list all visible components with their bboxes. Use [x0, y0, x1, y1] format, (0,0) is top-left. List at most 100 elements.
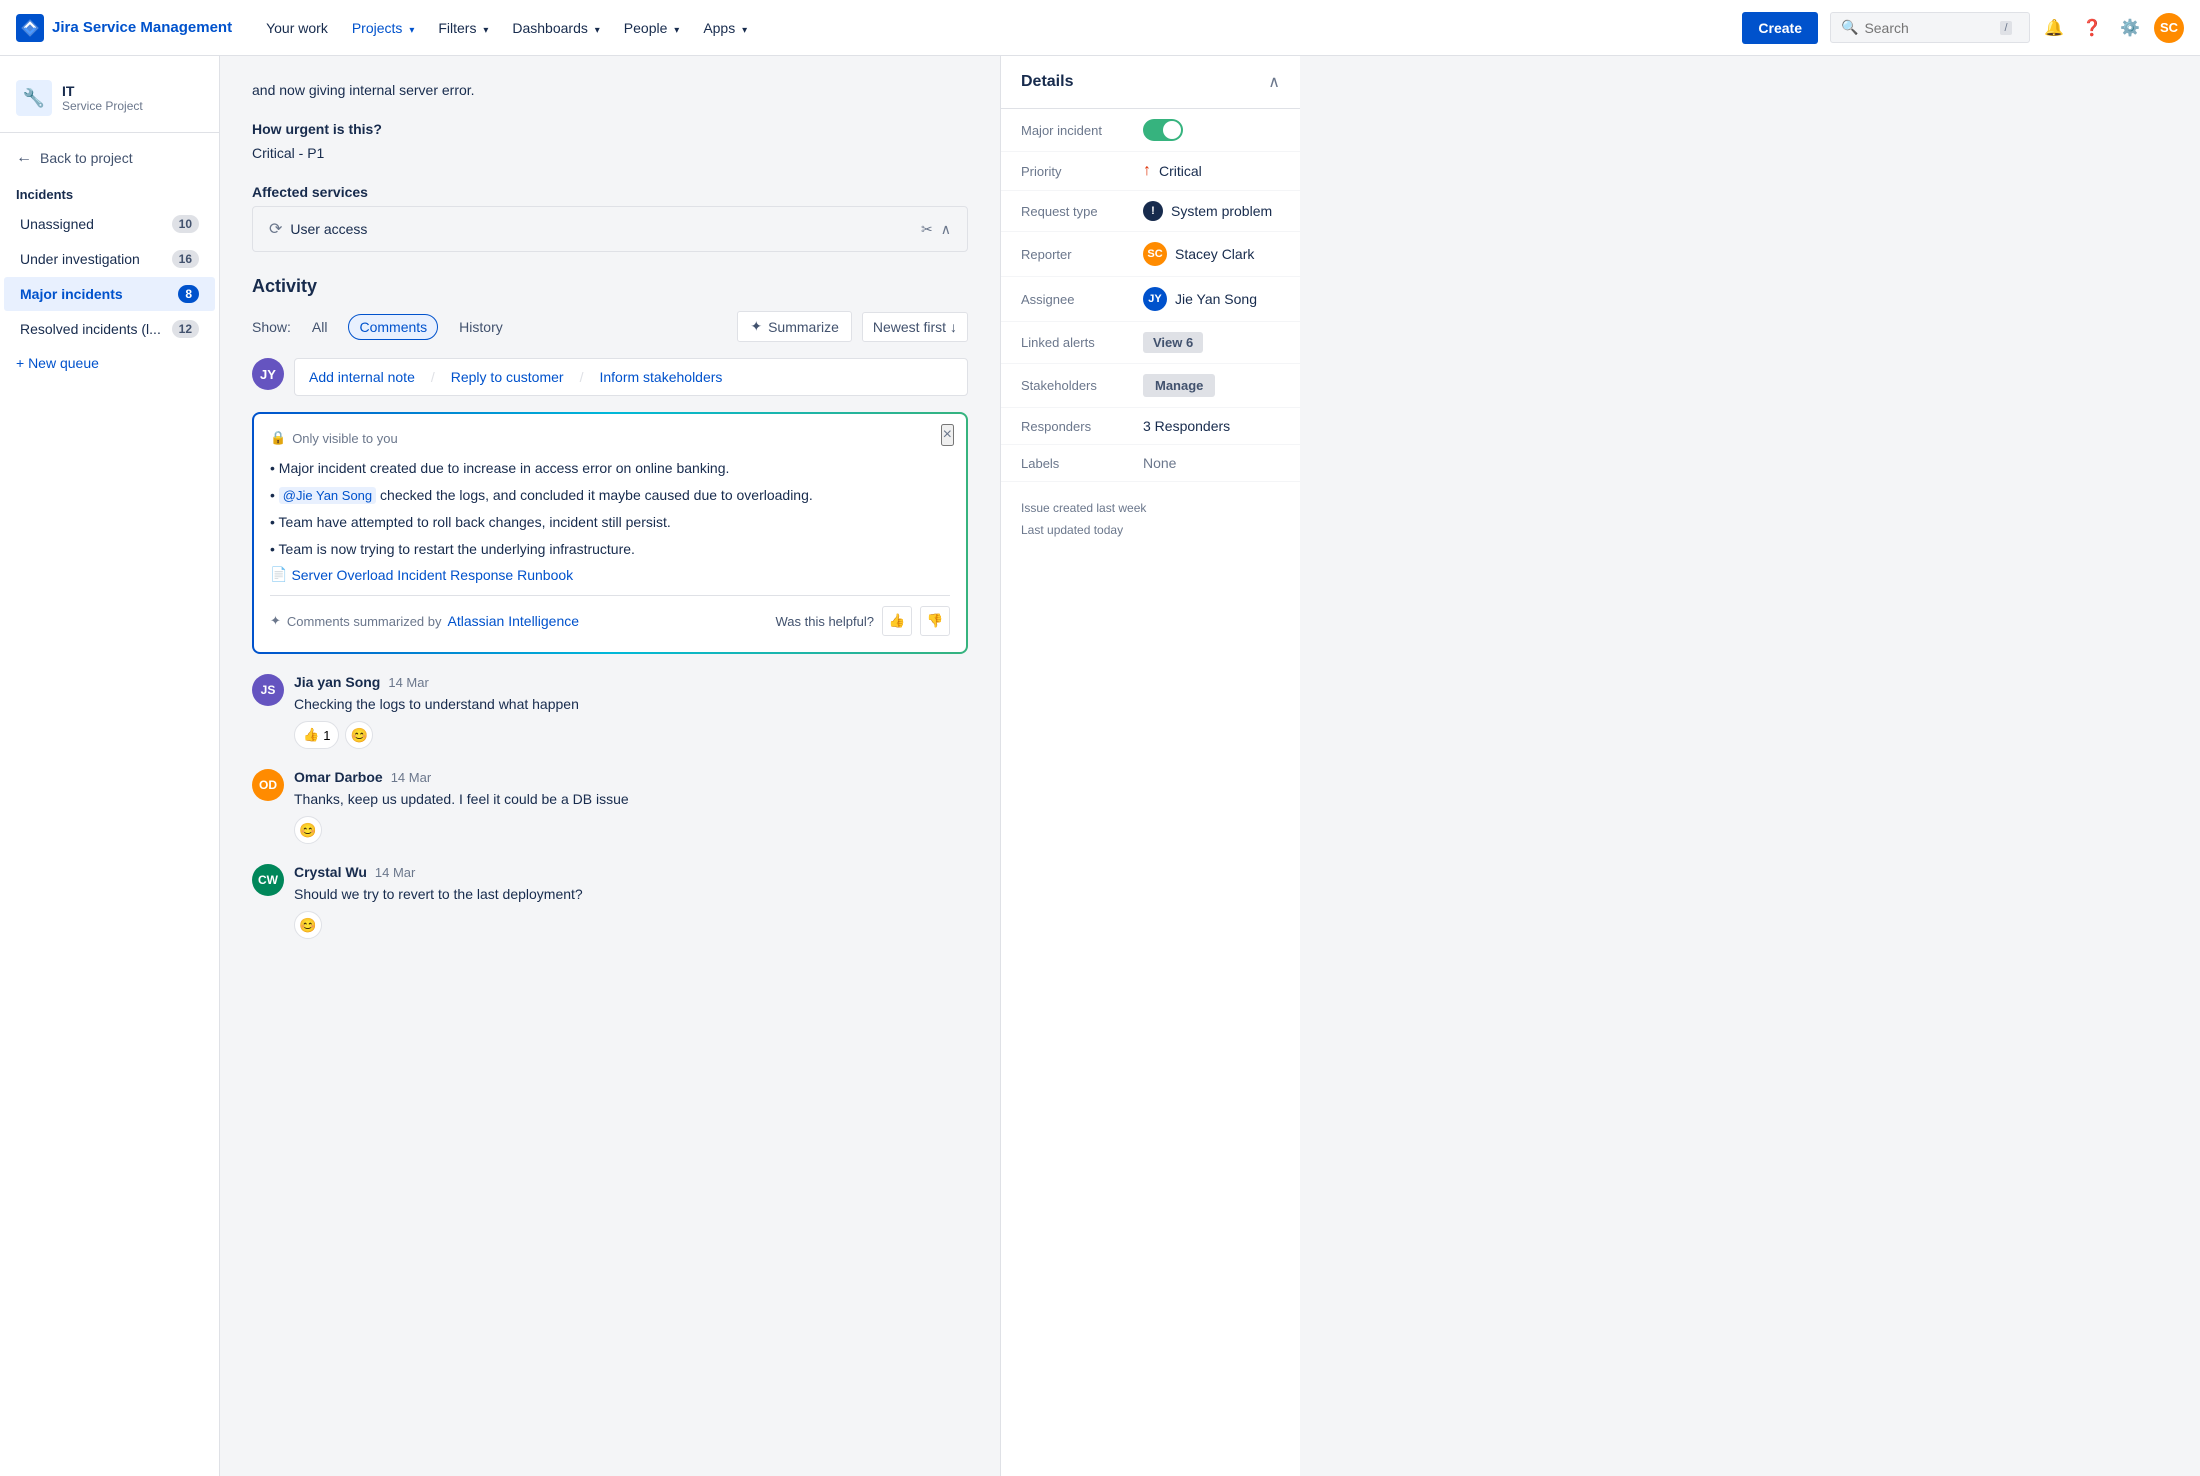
- search-shortcut: /: [2000, 21, 2011, 35]
- sidebar-item-major-incidents[interactable]: Major incidents 8: [4, 277, 215, 311]
- reply-to-customer-link[interactable]: Reply to customer: [451, 369, 564, 385]
- notifications-icon[interactable]: 🔔: [2040, 14, 2068, 42]
- nav-your-work[interactable]: Your work: [256, 14, 338, 42]
- doc-link-text: Server Overload Incident Response Runboo…: [291, 567, 573, 583]
- ai-summary-box: × 🔒 Only visible to you Major incident c…: [254, 414, 966, 652]
- add-emoji-button-1[interactable]: 😊: [345, 721, 373, 749]
- reporter-name: Stacey Clark: [1175, 246, 1254, 262]
- stakeholders-manage-button[interactable]: Manage: [1143, 374, 1215, 397]
- ai-bullet-1: Major incident created due to increase i…: [270, 458, 950, 479]
- thumbs-up-reaction[interactable]: 👍 1: [294, 721, 339, 749]
- sidebar: 🔧 IT Service Project ← Back to project I…: [0, 56, 220, 1476]
- activity-section: Activity Show: All Comments History ✦ Su…: [252, 276, 968, 939]
- nav-apps[interactable]: Apps ▾: [693, 14, 757, 42]
- issue-content: and now giving internal server error. Ho…: [220, 56, 1000, 1476]
- filter-comments[interactable]: Comments: [348, 314, 438, 340]
- app-logo[interactable]: Jira Service Management: [16, 14, 232, 42]
- add-emoji-button-2[interactable]: 😊: [294, 816, 322, 844]
- helpful-thumbs-down[interactable]: 👎: [920, 606, 950, 636]
- back-to-project[interactable]: ← Back to project: [0, 141, 219, 175]
- jia-yan-song-date: 14 Mar: [388, 675, 428, 690]
- add-emoji-button-3[interactable]: 😊: [294, 911, 322, 939]
- nav-filters[interactable]: Filters ▾: [428, 14, 498, 42]
- sidebar-item-resolved-incidents[interactable]: Resolved incidents (l... 12: [4, 312, 215, 346]
- sort-icon: ↓: [950, 319, 957, 335]
- reaction-count: 1: [323, 728, 330, 743]
- major-incident-toggle[interactable]: [1143, 119, 1183, 141]
- atlassian-intelligence-link[interactable]: Atlassian Intelligence: [448, 613, 580, 629]
- responders-text: 3 Responders: [1143, 418, 1230, 434]
- jia-yan-song-reactions: 👍 1 😊: [294, 721, 968, 749]
- ai-bullet-4: Team is now trying to restart the underl…: [270, 539, 950, 560]
- detail-assignee: Assignee JY Jie Yan Song: [1001, 277, 1300, 322]
- search-box[interactable]: 🔍 /: [1830, 12, 2030, 43]
- ai-mention: @Jie Yan Song: [279, 487, 376, 504]
- responders-value[interactable]: 3 Responders: [1143, 418, 1280, 434]
- detail-responders: Responders 3 Responders: [1001, 408, 1300, 445]
- urgency-value: Critical - P1: [252, 143, 968, 164]
- sidebar-item-under-investigation[interactable]: Under investigation 16: [4, 242, 215, 276]
- filter-history[interactable]: History: [448, 314, 514, 340]
- service-action-icon-2[interactable]: ∧: [941, 221, 951, 238]
- create-button[interactable]: Create: [1742, 12, 1818, 44]
- ai-bullet-2: @Jie Yan Song checked the logs, and conc…: [270, 485, 950, 506]
- labels-label: Labels: [1021, 456, 1131, 471]
- ai-close-button[interactable]: ×: [941, 424, 954, 446]
- new-queue-link[interactable]: + New queue: [0, 347, 219, 379]
- crystal-wu-avatar: CW: [252, 864, 284, 896]
- inform-stakeholders-link[interactable]: Inform stakeholders: [599, 369, 722, 385]
- service-action-icon-1[interactable]: ✂: [921, 221, 933, 238]
- help-icon[interactable]: ❓: [2078, 14, 2106, 42]
- user-avatar[interactable]: SC: [2154, 13, 2184, 43]
- issue-created: Issue created last week: [1021, 498, 1280, 520]
- nav-people[interactable]: People ▾: [614, 14, 690, 42]
- comment-jia-yan-song: JS Jia yan Song 14 Mar Checking the logs…: [252, 674, 968, 749]
- summarize-button[interactable]: ✦ Summarize: [737, 311, 852, 342]
- main-content: and now giving internal server error. Ho…: [220, 56, 2200, 1476]
- ai-visibility: 🔒 Only visible to you: [270, 430, 950, 446]
- search-icon: 🔍: [1841, 19, 1858, 36]
- assignee-value[interactable]: JY Jie Yan Song: [1143, 287, 1280, 311]
- major-incidents-badge: 8: [178, 285, 199, 303]
- sidebar-item-unassigned[interactable]: Unassigned 10: [4, 207, 215, 241]
- priority-value[interactable]: ↑ Critical: [1143, 162, 1280, 180]
- ai-footer: ✦ Comments summarized by Atlassian Intel…: [270, 595, 950, 636]
- assignee-name: Jie Yan Song: [1175, 291, 1257, 307]
- details-collapse-button[interactable]: ∧: [1268, 72, 1280, 92]
- summarize-label: Summarize: [768, 319, 839, 335]
- ai-doc-link[interactable]: 📄 Server Overload Incident Response Runb…: [270, 566, 950, 583]
- dashboards-chevron: ▾: [595, 25, 600, 36]
- nav-dashboards[interactable]: Dashboards ▾: [502, 14, 609, 42]
- ai-credit: ✦ Comments summarized by Atlassian Intel…: [270, 613, 579, 629]
- labels-value[interactable]: None: [1143, 455, 1280, 471]
- project-name: IT: [62, 83, 143, 99]
- linked-alerts-value: View 6: [1143, 332, 1280, 353]
- settings-icon[interactable]: ⚙️: [2116, 14, 2144, 42]
- omar-darboe-avatar: OD: [252, 769, 284, 801]
- search-input[interactable]: [1864, 20, 1994, 36]
- newest-first-button[interactable]: Newest first ↓: [862, 312, 968, 342]
- detail-priority: Priority ↑ Critical: [1001, 152, 1300, 191]
- ai-helpful: Was this helpful? 👍 👎: [775, 606, 950, 636]
- helpful-thumbs-up[interactable]: 👍: [882, 606, 912, 636]
- add-internal-note-link[interactable]: Add internal note: [309, 369, 415, 385]
- nav-projects[interactable]: Projects ▾: [342, 14, 425, 42]
- doc-icon: 📄: [270, 566, 287, 583]
- request-type-value[interactable]: ! System problem: [1143, 201, 1280, 221]
- linked-alerts-view-button[interactable]: View 6: [1143, 332, 1203, 353]
- major-incident-label: Major incident: [1021, 123, 1131, 138]
- people-chevron: ▾: [674, 25, 679, 36]
- layout: 🔧 IT Service Project ← Back to project I…: [0, 56, 2200, 1476]
- back-label: Back to project: [40, 150, 133, 166]
- comment-input-box[interactable]: Add internal note / Reply to customer / …: [294, 358, 968, 396]
- stakeholders-label: Stakeholders: [1021, 378, 1131, 393]
- jia-yan-song-header: Jia yan Song 14 Mar: [294, 674, 968, 690]
- filter-all[interactable]: All: [301, 314, 339, 340]
- project-type: Service Project: [62, 99, 143, 113]
- affected-label: Affected services: [252, 184, 968, 200]
- issue-meta: Issue created last week Last updated tod…: [1001, 482, 1300, 557]
- show-bar: Show: All Comments History ✦ Summarize N…: [252, 311, 968, 342]
- reporter-value[interactable]: SC Stacey Clark: [1143, 242, 1280, 266]
- comment-crystal-wu: CW Crystal Wu 14 Mar Should we try to re…: [252, 864, 968, 939]
- responders-label: Responders: [1021, 419, 1131, 434]
